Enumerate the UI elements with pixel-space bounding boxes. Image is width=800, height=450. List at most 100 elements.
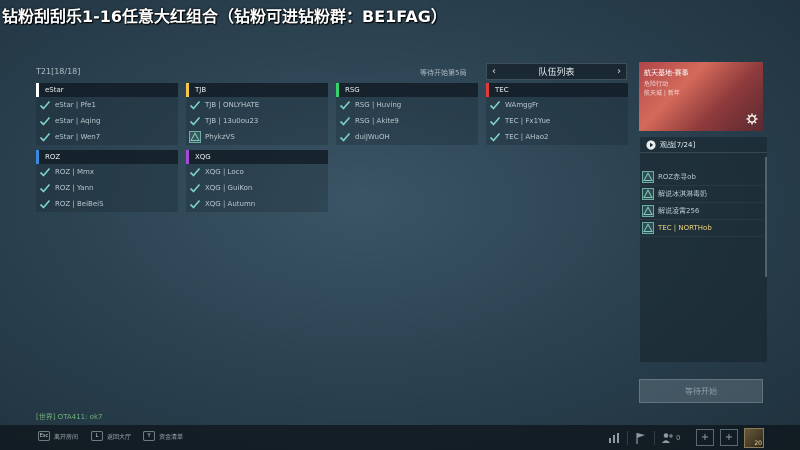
team-header: TEC — [486, 83, 628, 97]
team-name: ROZ — [45, 153, 61, 161]
team-member-row[interactable]: duiJWuOH — [336, 129, 478, 145]
caster-icon — [642, 205, 654, 217]
warning-icon — [189, 131, 201, 143]
check-icon — [189, 99, 201, 111]
stats-icon[interactable] — [607, 431, 621, 445]
team-header: XQG — [186, 150, 328, 164]
check-icon — [489, 115, 501, 127]
spectator-panel: 观战[7/24] ROZ赤寻ob 解说冰淇淋毒奶解说凌霄256 TEC | NORT… — [639, 137, 767, 362]
member-name: TEC | Fx1Yue — [505, 117, 551, 125]
hint-return-lobby[interactable]: L 返回大厅 — [91, 431, 131, 441]
team-name: TEC — [495, 86, 509, 94]
spectator-name: TEC | NORTHob — [658, 224, 712, 232]
team-member-row[interactable]: ROZ | BeiBeiS — [36, 196, 178, 212]
member-name: TJB | 13u0ou23 — [205, 117, 259, 125]
hint-leave-room[interactable]: Esc 离开房间 — [38, 431, 78, 441]
map-location: 航天城 | 新年 — [644, 90, 680, 97]
member-name: duiJWuOH — [355, 133, 390, 141]
add-slot-button[interactable]: + — [696, 429, 714, 446]
add-slot-button[interactable]: + — [720, 429, 738, 446]
team-card-rsg: RSG RSG | Huving RSG | Akite9 duiJWuOH — [336, 83, 478, 145]
member-name: XQG | GuiKon — [205, 184, 253, 192]
team-card-xqg: XQG XQG | Loco XQG | GuiKon XQG | Autumn — [186, 150, 328, 212]
team-member-row[interactable]: WAmggFr — [486, 97, 628, 113]
check-icon — [339, 131, 351, 143]
avatar[interactable]: 20 — [744, 428, 764, 448]
spectator-header[interactable]: 观战[7/24] — [640, 137, 767, 153]
team-member-row[interactable]: XQG | Loco — [186, 164, 328, 180]
team-member-row[interactable]: eStar | Aqing — [36, 113, 178, 129]
team-member-row[interactable]: ROZ | Yann — [36, 180, 178, 196]
check-icon — [39, 166, 51, 178]
check-icon — [39, 198, 51, 210]
spectator-item[interactable]: TEC | NORTHob — [640, 220, 764, 237]
member-name: XQG | Autumn — [205, 200, 256, 208]
key-badge: L — [91, 431, 103, 441]
team-name: TJB — [195, 86, 207, 94]
bottom-bar: Esc 离开房间 L 返回大厅 Y 资金清单 0 + + — [0, 425, 800, 450]
team-member-row[interactable]: TJB | 13u0ou23 — [186, 113, 328, 129]
member-name: RSG | Huving — [355, 101, 402, 109]
friends-icon[interactable] — [661, 431, 675, 445]
hint-label: 资金清单 — [159, 433, 184, 441]
team-header: eStar — [36, 83, 178, 97]
check-icon — [39, 131, 51, 143]
spectator-scrollbar[interactable] — [765, 157, 767, 277]
member-name: WAmggFr — [505, 101, 539, 109]
team-header: TJB — [186, 83, 328, 97]
divider — [627, 431, 628, 445]
check-icon — [339, 115, 351, 127]
spectator-item[interactable]: 解说冰淇淋毒奶 — [640, 186, 764, 203]
hint-funds-list[interactable]: Y 资金清单 — [143, 431, 183, 441]
caster-icon — [642, 188, 654, 200]
chevron-left-icon[interactable]: ‹ — [492, 66, 496, 77]
chevron-right-icon[interactable]: › — [617, 66, 621, 77]
team-name: XQG — [195, 153, 211, 161]
check-icon — [189, 115, 201, 127]
team-card-tjb: TJB TJB | ONLYHATE TJB | 13u0ou23 PhykzVS — [186, 83, 328, 145]
hint-label: 返回大厅 — [107, 433, 132, 441]
map-preview[interactable]: 航天基地-赛事 危险行动 航天城 | 新年 — [639, 62, 763, 131]
team-card-tec: TEC WAmggFr TEC | Fx1Yue TEC | AHao2 — [486, 83, 628, 145]
member-name: RSG | Akite9 — [355, 117, 399, 125]
team-name: RSG — [345, 86, 360, 94]
member-name: eStar | Pfe1 — [55, 101, 96, 109]
key-badge: Y — [143, 431, 155, 441]
team-member-row[interactable]: PhykzVS — [186, 129, 328, 145]
spectator-item[interactable]: ROZ赤寻ob — [640, 169, 764, 186]
team-member-row[interactable]: TEC | Fx1Yue — [486, 113, 628, 129]
team-member-row[interactable]: RSG | Akite9 — [336, 113, 478, 129]
stream-banner: 钻粉刮刮乐1-16任意大红组合（钻粉可进钻粉群：BE1FAG） — [2, 7, 447, 26]
team-member-row[interactable]: TJB | ONLYHATE — [186, 97, 328, 113]
team-header: RSG — [336, 83, 478, 97]
member-name: ROZ | BeiBeiS — [55, 200, 104, 208]
avatar-level: 20 — [754, 440, 762, 447]
start-button[interactable]: 等待开始 — [639, 379, 763, 403]
team-member-row[interactable]: XQG | GuiKon — [186, 180, 328, 196]
flag-icon[interactable] — [634, 431, 648, 445]
team-member-row[interactable]: eStar | Pfe1 — [36, 97, 178, 113]
check-icon — [189, 166, 201, 178]
team-member-row[interactable]: eStar | Wen7 — [36, 129, 178, 145]
spectator-title: 观战[7/24] — [660, 140, 696, 149]
friend-count: 0 — [676, 434, 681, 442]
team-list-header: ‹ 队伍列表 › — [486, 63, 627, 80]
team-card-estar: eStar eStar | Pfe1 eStar | Aqing eStar | W… — [36, 83, 178, 145]
spectator-name: 解说凌霄256 — [658, 207, 700, 215]
member-name: eStar | Aqing — [55, 117, 101, 125]
map-title: 航天基地-赛事 — [644, 69, 689, 77]
team-member-row[interactable]: XQG | Autumn — [186, 196, 328, 212]
team-member-row[interactable]: ROZ | Mmx — [36, 164, 178, 180]
gear-icon[interactable] — [746, 113, 758, 125]
member-name: TJB | ONLYHATE — [205, 101, 260, 109]
member-name: XQG | Loco — [205, 168, 244, 176]
team-list-title: 队伍列表 — [538, 68, 575, 78]
member-name: ROZ | Mmx — [55, 168, 94, 176]
team-member-row[interactable]: TEC | AHao2 — [486, 129, 628, 145]
team-member-row[interactable]: RSG | Huving — [336, 97, 478, 113]
check-icon — [189, 182, 201, 194]
check-icon — [489, 99, 501, 111]
caster-icon — [642, 171, 654, 183]
team-header: ROZ — [36, 150, 178, 164]
spectator-item[interactable]: 解说凌霄256 — [640, 203, 764, 220]
